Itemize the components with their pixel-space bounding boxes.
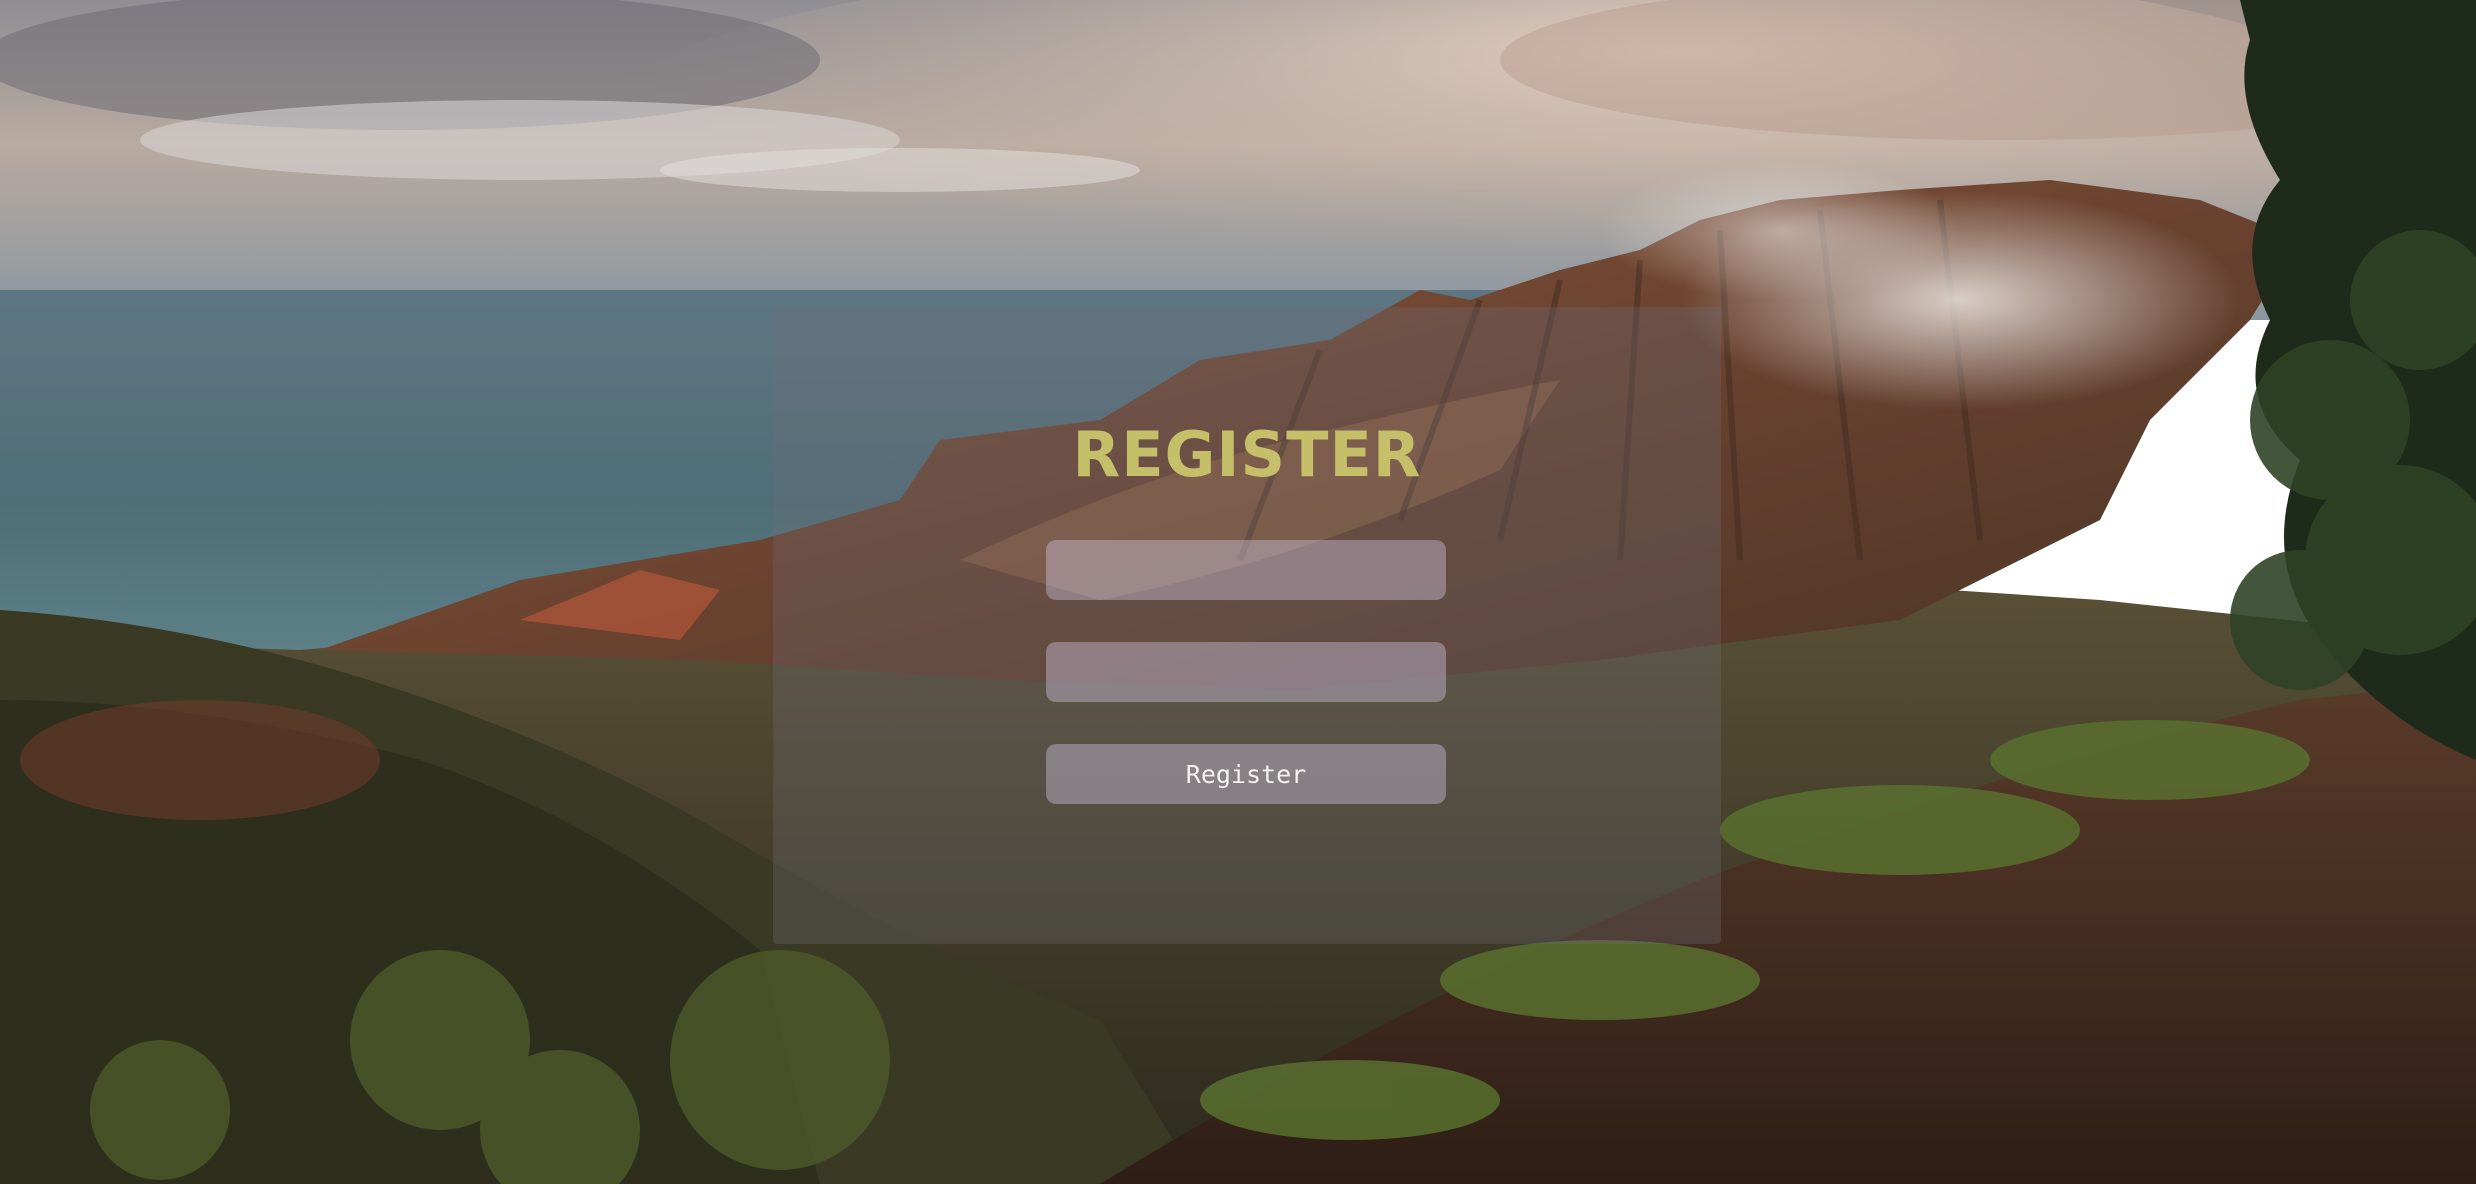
- register-button[interactable]: Register: [1046, 744, 1446, 804]
- second-input-field[interactable]: [1046, 642, 1446, 702]
- page-title: REGISTER: [1072, 418, 1422, 491]
- register-panel: [773, 307, 1721, 944]
- first-input-field[interactable]: [1046, 540, 1446, 600]
